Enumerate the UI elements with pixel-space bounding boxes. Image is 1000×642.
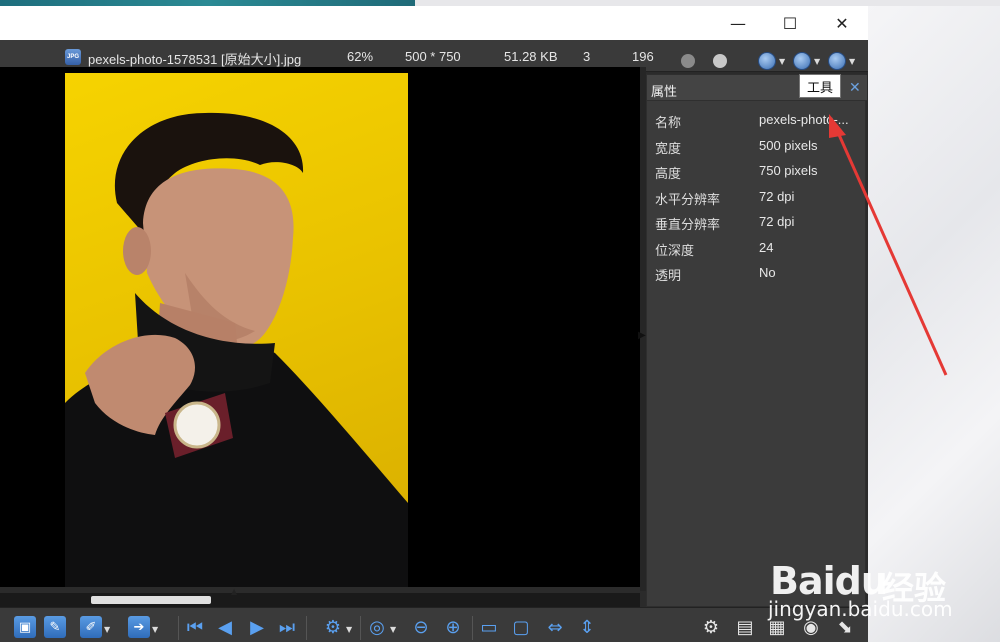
property-key: 垂直分辨率 — [655, 217, 721, 232]
file-name: pexels-photo-1578531 [原始大小].jpg — [88, 52, 302, 67]
scroll-marker-icon: ▲ — [231, 587, 238, 596]
zoom-out-button[interactable]: ⊖ — [410, 616, 432, 638]
panel-layout-icon: ▤ — [736, 616, 754, 638]
tools-button[interactable]: ⚙ — [700, 616, 722, 638]
last-icon: ⏭ — [278, 616, 296, 638]
zoom-icon: ◎ — [369, 616, 385, 638]
bottom-toolbar: ▣ ✎ ✐ ▼ ➔ ▼ ⏮ ◀ ▶ ⏭ ⚙ ▼ ◎ ▼ ⊖ ⊕ ▭ ▢ ⇔ ⇕ … — [0, 607, 868, 642]
chevron-down-icon[interactable]: ▼ — [346, 625, 352, 634]
property-row: 高度 750 pixels — [647, 158, 867, 183]
maximize-button[interactable]: ☐ — [764, 6, 816, 40]
minimize-button[interactable]: — — [712, 6, 764, 40]
export-button[interactable]: ➔ — [128, 616, 150, 638]
scrollbar-thumb[interactable] — [91, 596, 211, 604]
property-key: 位深度 — [655, 243, 695, 258]
status-dot-icon — [713, 54, 727, 68]
property-key: 高度 — [655, 166, 682, 181]
settings-globe-button[interactable] — [828, 52, 846, 70]
property-row: 名称 pexels-photo-... — [647, 107, 867, 132]
gear-icon: ⚙ — [324, 616, 342, 638]
fit-width-icon: ⇔ — [547, 616, 563, 638]
chevron-down-icon[interactable]: ▼ — [390, 625, 396, 634]
panel-title: 属性 — [651, 84, 678, 99]
first-image-button[interactable]: ⏮ — [184, 616, 206, 638]
image-index: 3 — [583, 49, 591, 64]
actual-size-icon: ▢ — [512, 616, 530, 638]
minimize-icon: — — [730, 13, 746, 33]
property-value: 24 — [759, 240, 774, 255]
zoom-level: 62% — [347, 49, 374, 64]
tools-tooltip: 工具 — [799, 74, 841, 98]
last-image-button[interactable]: ⏭ — [276, 616, 298, 638]
toolbar-divider — [178, 616, 179, 640]
next-image-button[interactable]: ▶ — [246, 616, 268, 638]
fit-icon: ▭ — [480, 616, 498, 638]
image-dimensions: 500 * 750 — [405, 49, 461, 64]
actual-size-button[interactable]: ▢ — [510, 616, 532, 638]
zoom-button[interactable]: ◎ — [366, 616, 388, 638]
property-key: 名称 — [655, 115, 682, 130]
property-row: 宽度 500 pixels — [647, 133, 867, 158]
horizontal-scrollbar[interactable]: ▲ — [0, 587, 640, 607]
panel-close-icon[interactable]: ✕ — [849, 80, 861, 96]
chevron-down-icon[interactable]: ▼ — [849, 57, 855, 66]
toolbar-divider — [360, 616, 361, 640]
settings-globe-button[interactable] — [793, 52, 811, 70]
property-value: 500 pixels — [759, 138, 818, 153]
property-value: 750 pixels — [759, 163, 818, 178]
settings-button[interactable]: ⚙ — [322, 616, 344, 638]
image-total: 196 — [632, 49, 654, 64]
chevron-down-icon[interactable]: ▼ — [152, 625, 158, 634]
property-key: 宽度 — [655, 141, 682, 156]
zoom-out-icon: ⊖ — [413, 616, 429, 638]
next-icon: ▶ — [250, 616, 264, 638]
property-value: pexels-photo-... — [759, 112, 849, 127]
property-row: 垂直分辨率 72 dpi — [647, 209, 867, 234]
property-value: 72 dpi — [759, 214, 795, 229]
splitter-arrow-icon[interactable]: ▶ — [638, 330, 646, 341]
fit-vertical-icon: ⇕ — [579, 616, 595, 638]
watermark-url: jingyan.baidu.com — [768, 597, 953, 621]
property-key: 水平分辨率 — [655, 192, 721, 207]
fit-width-button[interactable]: ⇔ — [544, 616, 566, 638]
close-button[interactable]: ✕ — [816, 6, 868, 40]
property-key: 透明 — [655, 268, 682, 283]
settings-gear-icon: ⚙ — [702, 616, 720, 638]
portrait-photo — [65, 73, 408, 587]
property-row: 位深度 24 — [647, 235, 867, 260]
layout-panel-button[interactable]: ▤ — [734, 616, 756, 638]
title-bar: — ☐ ✕ — [0, 6, 868, 40]
status-dot-icon — [681, 54, 695, 68]
arrow-right-icon: ➔ — [133, 619, 145, 635]
fit-height-button[interactable]: ▭ — [478, 616, 500, 638]
close-icon: ✕ — [835, 13, 849, 33]
first-icon: ⏮ — [186, 616, 204, 638]
property-row: 透明 No — [647, 260, 867, 285]
zoom-in-icon: ⊕ — [445, 616, 461, 638]
baidu-watermark: Baidu 经验 jingyan.baidu.com — [768, 545, 970, 625]
maximize-icon: ☐ — [782, 13, 798, 33]
property-value: 72 dpi — [759, 189, 795, 204]
settings-globe-button[interactable] — [758, 52, 776, 70]
edit-image-button[interactable]: ✎ — [44, 616, 66, 638]
properties-panel: 属性 ✕ 名称 pexels-photo-... 宽度 500 pixels 高… — [646, 74, 867, 607]
chevron-down-icon[interactable]: ▼ — [779, 57, 785, 66]
toolbar-divider — [472, 616, 473, 640]
fit-window-button[interactable]: ▣ — [14, 616, 36, 638]
jpg-file-icon: JPG — [65, 49, 81, 65]
previous-image-button[interactable]: ◀ — [214, 616, 236, 638]
fit-vertical-button[interactable]: ⇕ — [576, 616, 598, 638]
toolbar-divider — [306, 616, 307, 640]
chevron-down-icon[interactable]: ▼ — [104, 625, 110, 634]
property-row: 水平分辨率 72 dpi — [647, 184, 867, 209]
chevron-down-icon[interactable]: ▼ — [814, 57, 820, 66]
property-value: No — [759, 265, 776, 280]
zoom-in-button[interactable]: ⊕ — [442, 616, 464, 638]
portrait-image — [65, 112, 408, 587]
previous-icon: ◀ — [218, 616, 232, 638]
file-size: 51.28 KB — [504, 49, 558, 64]
annotate-button[interactable]: ✐ — [80, 616, 102, 638]
